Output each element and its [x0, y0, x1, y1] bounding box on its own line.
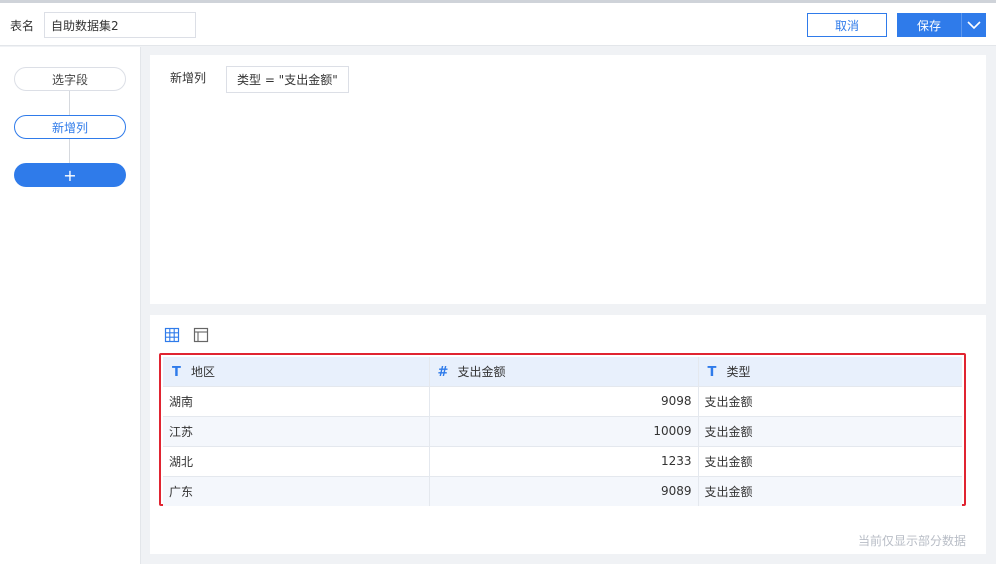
text-type-icon: T: [172, 364, 181, 380]
cell-region: 湖北: [163, 446, 430, 477]
table-row: 湖南 9098 支出金额: [163, 386, 962, 417]
step-add-column[interactable]: 新增列: [14, 115, 126, 139]
table-name-input[interactable]: [44, 12, 196, 38]
cell-region: 江苏: [163, 416, 430, 447]
preview-table-highlight: T 地区 # 支出金额 T 类型 湖南 9098 支出金额 江苏 10009 支…: [159, 353, 966, 506]
number-type-icon: #: [437, 364, 449, 380]
cell-type: 支出金额: [698, 476, 962, 506]
column-header-region[interactable]: T 地区: [163, 357, 430, 387]
config-label: 新增列: [170, 71, 207, 85]
table-header-row: T 地区 # 支出金额 T 类型: [163, 357, 962, 387]
step-config-panel: 新增列 类型 = "支出金额": [150, 55, 986, 304]
save-button-label: 保存: [916, 18, 941, 33]
add-step-button[interactable]: +: [14, 163, 126, 187]
cell-amount: 10009: [429, 416, 699, 447]
step-connector: [69, 139, 70, 163]
table-row: 广东 9089 支出金额: [163, 476, 962, 506]
column-header-label: 地区: [191, 364, 216, 379]
header-bar: 表名 取消 保存: [0, 3, 996, 46]
card-layout-icon[interactable]: [193, 327, 209, 343]
column-header-label: 支出金额: [457, 364, 506, 379]
column-header-amount[interactable]: # 支出金额: [429, 357, 699, 387]
column-header-type[interactable]: T 类型: [698, 357, 962, 387]
preview-table: T 地区 # 支出金额 T 类型 湖南 9098 支出金额 江苏 10009 支…: [163, 357, 962, 506]
partial-data-note: 当前仅显示部分数据: [857, 534, 966, 548]
save-button[interactable]: 保存: [897, 13, 986, 37]
table-row: 江苏 10009 支出金额: [163, 416, 962, 447]
cell-type: 支出金额: [698, 446, 962, 477]
chevron-down-icon: [967, 20, 981, 29]
formula-chip[interactable]: 类型 = "支出金额": [226, 66, 349, 93]
grid-table-icon[interactable]: [164, 327, 180, 343]
cell-region: 湖南: [163, 386, 430, 417]
cell-amount: 9089: [429, 476, 699, 506]
step-sidebar: 选字段 新增列 +: [0, 47, 141, 564]
table-name-label: 表名: [10, 19, 35, 33]
cell-amount: 9098: [429, 386, 699, 417]
step-connector: [69, 91, 70, 115]
table-row: 湖北 1233 支出金额: [163, 446, 962, 477]
save-dropdown-toggle[interactable]: [962, 20, 986, 30]
cell-amount: 1233: [429, 446, 699, 477]
cell-type: 支出金额: [698, 386, 962, 417]
preview-panel: T 地区 # 支出金额 T 类型 湖南 9098 支出金额 江苏 10009 支…: [150, 315, 986, 554]
step-select-fields[interactable]: 选字段: [14, 67, 126, 91]
cell-region: 广东: [163, 476, 430, 506]
column-header-label: 类型: [726, 364, 751, 379]
cell-type: 支出金额: [698, 416, 962, 447]
text-type-icon: T: [707, 364, 717, 380]
cancel-button[interactable]: 取消: [807, 13, 887, 37]
